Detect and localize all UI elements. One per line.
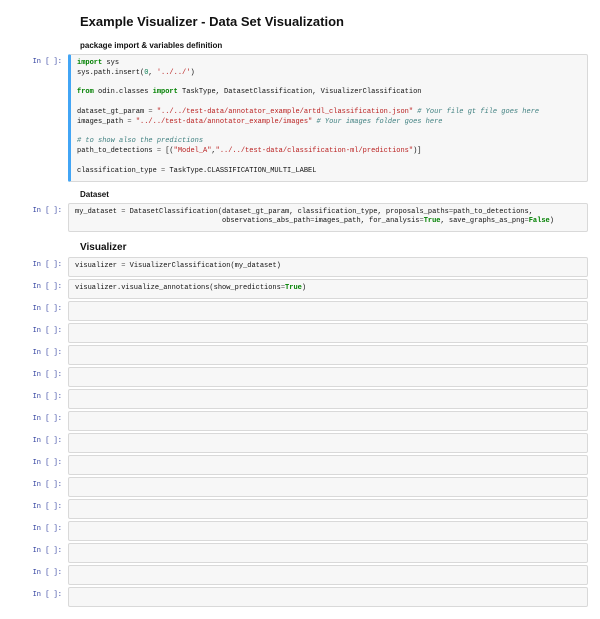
cell-prompt: In [ ]: [12, 499, 68, 519]
code-input[interactable] [68, 301, 588, 321]
code-input[interactable] [68, 455, 588, 475]
code-cell-empty[interactable]: In [ ]: [12, 389, 588, 409]
cell-prompt: In [ ]: [12, 54, 68, 182]
cell-prompt: In [ ]: [12, 543, 68, 563]
notebook-page: Example Visualizer - Data Set Visualizat… [0, 0, 600, 619]
code-cell-3[interactable]: In [ ]: visualizer = VisualizerClassific… [12, 257, 588, 277]
section-visualizer-wrap: Visualizer [12, 242, 588, 253]
cell-prompt: In [ ]: [12, 477, 68, 497]
code-input[interactable] [68, 345, 588, 365]
code-input[interactable]: my_dataset = DatasetClassification(datas… [68, 203, 588, 233]
code-input[interactable]: import sys sys.path.insert(0, '../../') … [68, 54, 588, 182]
code-cell-empty[interactable]: In [ ]: [12, 301, 588, 321]
code-input[interactable] [68, 389, 588, 409]
section-package-import: package import & variables definition [80, 41, 580, 50]
cell-prompt: In [ ]: [12, 565, 68, 585]
code-cell-empty[interactable]: In [ ]: [12, 345, 588, 365]
code-input[interactable] [68, 411, 588, 431]
code-cell-empty[interactable]: In [ ]: [12, 455, 588, 475]
cell-prompt: In [ ]: [12, 323, 68, 343]
code-cell-empty[interactable]: In [ ]: [12, 433, 588, 453]
code-input[interactable] [68, 543, 588, 563]
section-visualizer: Visualizer [80, 242, 580, 253]
section-dataset-wrap: Dataset [12, 190, 588, 199]
cell-prompt: In [ ]: [12, 587, 68, 607]
cell-prompt: In [ ]: [12, 257, 68, 277]
code-cell-empty[interactable]: In [ ]: [12, 477, 588, 497]
cell-prompt: In [ ]: [12, 389, 68, 409]
code-cell-empty[interactable]: In [ ]: [12, 565, 588, 585]
code-input[interactable] [68, 587, 588, 607]
code-cell-4[interactable]: In [ ]: visualizer.visualize_annotations… [12, 279, 588, 299]
code-input[interactable] [68, 367, 588, 387]
code-input[interactable]: visualizer.visualize_annotations(show_pr… [68, 279, 588, 299]
cell-prompt: In [ ]: [12, 411, 68, 431]
cell-prompt: In [ ]: [12, 455, 68, 475]
code-input[interactable] [68, 433, 588, 453]
page-title: Example Visualizer - Data Set Visualizat… [80, 14, 580, 29]
code-input[interactable] [68, 499, 588, 519]
code-cell-empty[interactable]: In [ ]: [12, 411, 588, 431]
cell-prompt: In [ ]: [12, 521, 68, 541]
code-cell-empty[interactable]: In [ ]: [12, 323, 588, 343]
section-dataset: Dataset [80, 190, 580, 199]
cell-prompt: In [ ]: [12, 367, 68, 387]
cell-prompt: In [ ]: [12, 345, 68, 365]
code-cell-empty[interactable]: In [ ]: [12, 543, 588, 563]
cell-prompt: In [ ]: [12, 433, 68, 453]
code-cell-empty[interactable]: In [ ]: [12, 521, 588, 541]
code-input[interactable] [68, 477, 588, 497]
code-cell-1[interactable]: In [ ]: import sys sys.path.insert(0, '.… [12, 54, 588, 182]
code-input[interactable] [68, 565, 588, 585]
code-input[interactable]: visualizer = VisualizerClassification(my… [68, 257, 588, 277]
cell-prompt: In [ ]: [12, 203, 68, 233]
code-cell-empty[interactable]: In [ ]: [12, 587, 588, 607]
code-input[interactable] [68, 521, 588, 541]
cell-prompt: In [ ]: [12, 301, 68, 321]
title-block: Example Visualizer - Data Set Visualizat… [12, 14, 588, 50]
cell-prompt: In [ ]: [12, 279, 68, 299]
code-cell-empty[interactable]: In [ ]: [12, 499, 588, 519]
code-cell-empty[interactable]: In [ ]: [12, 367, 588, 387]
code-cell-2[interactable]: In [ ]: my_dataset = DatasetClassificati… [12, 203, 588, 233]
code-input[interactable] [68, 323, 588, 343]
